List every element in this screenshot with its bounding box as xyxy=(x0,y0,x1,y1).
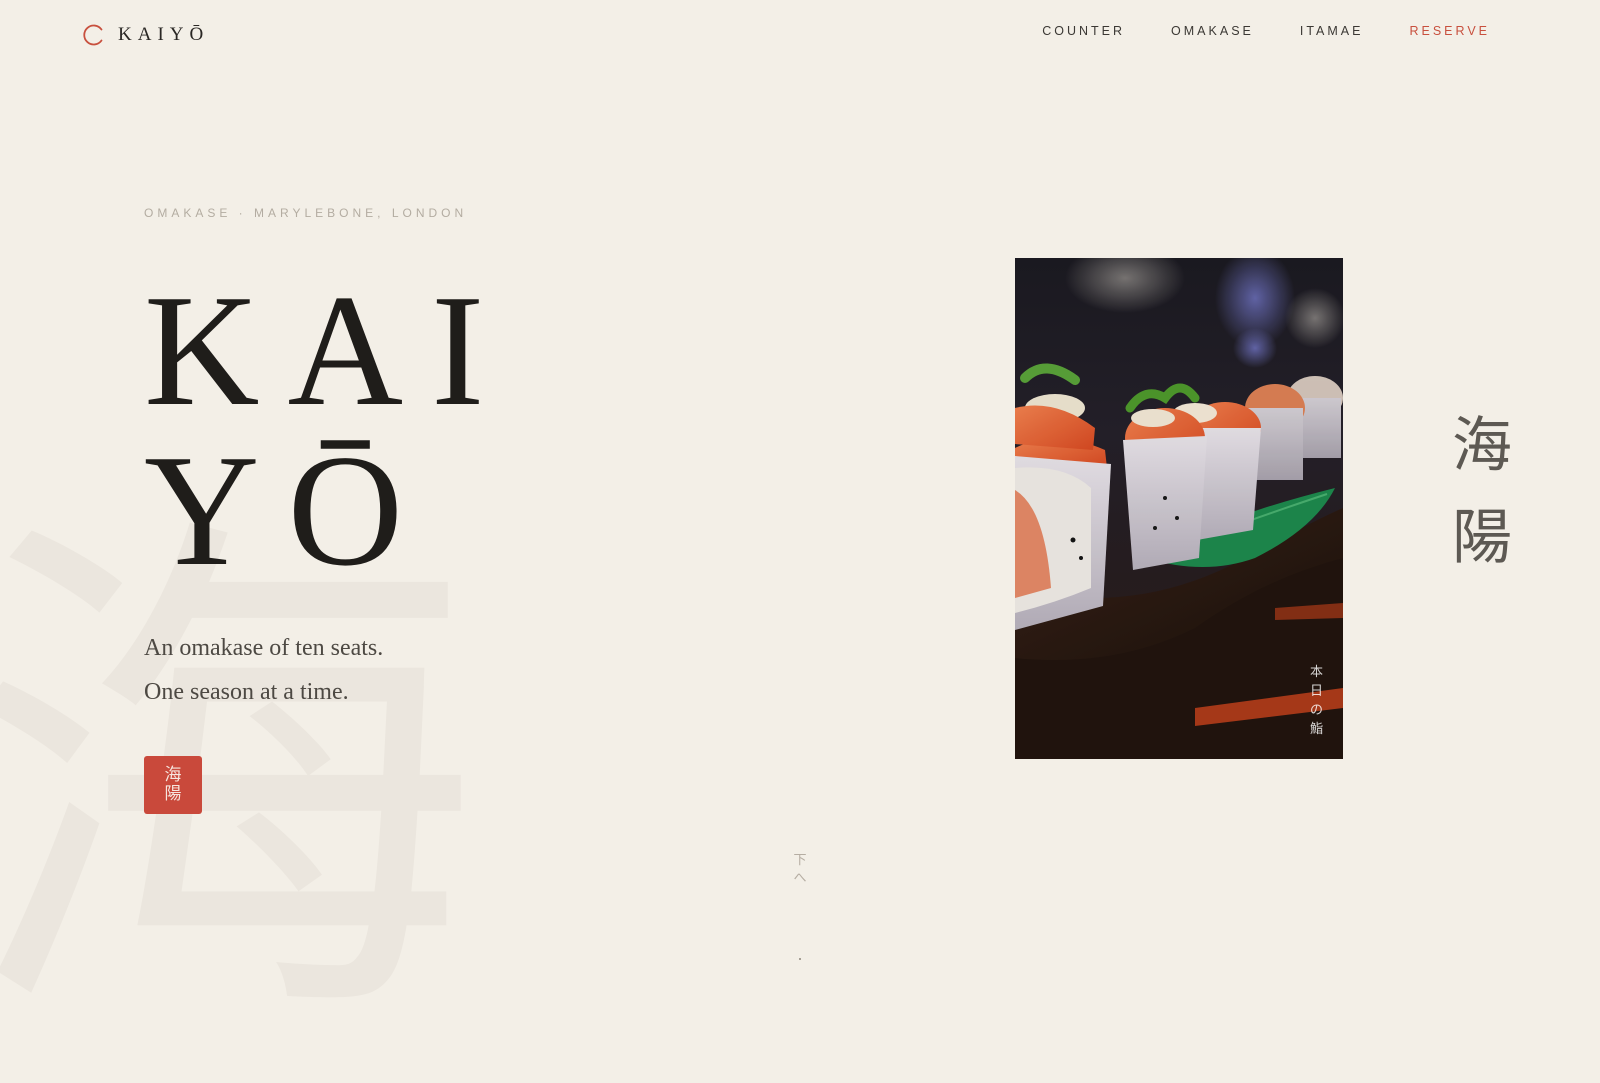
scroll-indicator-dot xyxy=(799,958,801,960)
scroll-cue-char-1: 下 xyxy=(793,853,807,868)
side-kanji-2: 陽 xyxy=(1452,503,1512,573)
sushi-photo-image xyxy=(1015,258,1343,759)
hero-title-line-1: KAI xyxy=(144,261,513,439)
scroll-cue-char-2: へ xyxy=(793,871,807,886)
logo-text: KAIYŌ xyxy=(118,24,210,45)
hero-title: KAI YŌ xyxy=(144,270,512,590)
nav-item-itamae[interactable]: ITAMAE xyxy=(1300,24,1364,38)
main-nav: COUNTER OMAKASE ITAMAE RESERVE xyxy=(1042,24,1490,38)
hanko-stamp: 海 陽 xyxy=(144,756,202,814)
crescent-ring-icon xyxy=(83,24,103,46)
hero-eyebrow: OMAKASE · MARYLEBONE, LONDON xyxy=(144,206,468,220)
caption-char-2: 日 xyxy=(1309,684,1323,699)
site-header: KAIYŌ COUNTER OMAKASE ITAMAE RESERVE xyxy=(0,0,1600,70)
nav-item-omakase[interactable]: OMAKASE xyxy=(1171,24,1254,38)
scroll-down-cue[interactable]: 下 へ xyxy=(790,852,810,888)
caption-char-3: の xyxy=(1309,703,1323,718)
sushi-photo: 本 日 の 鮨 xyxy=(1015,258,1343,759)
side-kanji-1: 海 xyxy=(1452,411,1512,481)
nav-item-reserve[interactable]: RESERVE xyxy=(1409,24,1490,38)
hero-title-line-2: YŌ xyxy=(144,421,432,599)
nav-item-counter[interactable]: COUNTER xyxy=(1042,24,1125,38)
side-vertical-kanji: 海 陽 xyxy=(1452,400,1512,584)
photo-caption: 本 日 の 鮨 xyxy=(1310,663,1323,739)
tagline-line-1: An omakase of ten seats. xyxy=(144,635,384,661)
hero-tagline: An omakase of ten seats. One season at a… xyxy=(144,626,383,714)
caption-char-1: 本 xyxy=(1309,665,1323,680)
stamp-char-1: 海 xyxy=(164,765,182,785)
tagline-line-2: One season at a time. xyxy=(144,679,349,705)
logo[interactable]: KAIYŌ xyxy=(82,20,209,50)
caption-char-4: 鮨 xyxy=(1309,722,1323,737)
stamp-char-2: 陽 xyxy=(164,784,182,804)
